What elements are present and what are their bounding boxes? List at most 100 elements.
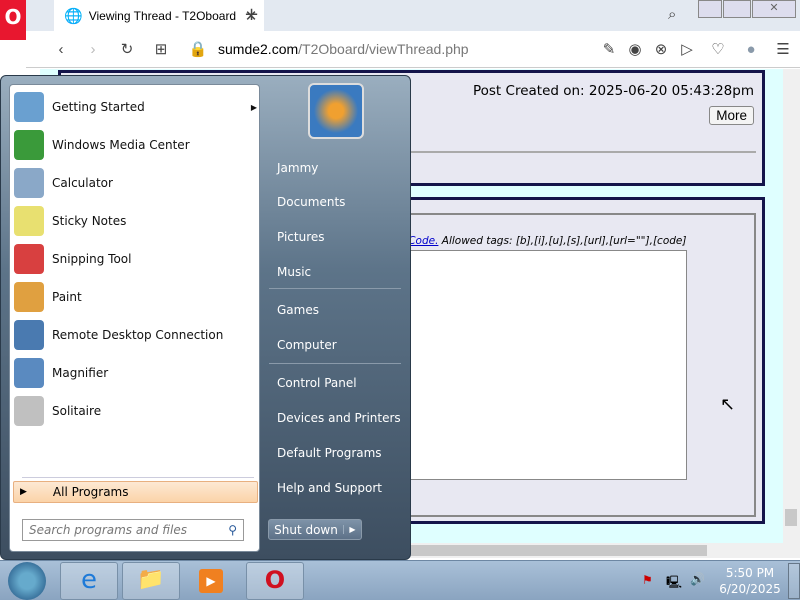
settings-icon[interactable]: ☰ [766, 40, 800, 58]
address-bar: ‹ › ↻ ⊞ 🔒 sumde2.com/T2Oboard/viewThread… [26, 31, 800, 68]
start-right-item[interactable]: Jammy [277, 161, 318, 175]
search-placeholder: Search programs and files [29, 523, 187, 537]
start-right-item[interactable]: Pictures [277, 230, 325, 244]
forward-icon[interactable]: › [76, 41, 110, 58]
volume-icon[interactable]: 🔊 [690, 572, 705, 586]
hscroll-thumb[interactable] [410, 545, 707, 556]
start-right-item[interactable]: Documents [277, 195, 345, 209]
program-icon [14, 92, 44, 122]
start-menu: Getting Started ▶ Windows Media Center Calc… [0, 75, 411, 560]
program-icon [14, 358, 44, 388]
program-label: Calculator [52, 176, 113, 190]
url-field[interactable]: sumde2.com/T2Oboard/viewThread.php [218, 41, 596, 57]
send-icon[interactable]: ▷ [674, 40, 700, 58]
program-item[interactable]: Solitaire [14, 393, 257, 429]
start-right-item[interactable]: Help and Support [277, 481, 382, 495]
shutdown-options-icon[interactable]: ▶ [343, 525, 361, 534]
all-programs-button[interactable]: ▶ All Programs [13, 481, 258, 503]
program-item[interactable]: Magnifier [14, 355, 257, 391]
program-icon [14, 244, 44, 274]
user-picture[interactable] [308, 83, 364, 139]
taskbar-ie[interactable]: e [60, 562, 118, 600]
start-right-item[interactable]: Computer [277, 338, 337, 352]
allowed-tags: Allowed tags: [b],[i],[u],[s],[url],[url… [441, 235, 687, 247]
programs-panel: Getting Started ▶ Windows Media Center Calc… [9, 84, 260, 552]
start-right-item[interactable]: Control Panel [277, 376, 357, 390]
program-item[interactable]: Paint [14, 279, 257, 315]
show-desktop-button[interactable] [788, 563, 800, 599]
program-label: Snipping Tool [52, 252, 132, 266]
reload-icon[interactable]: ↻ [110, 40, 144, 58]
new-tab-button[interactable]: + [244, 4, 259, 25]
date: 6/20/2025 [719, 582, 781, 596]
program-icon [14, 282, 44, 312]
program-item[interactable]: Snipping Tool [14, 241, 257, 277]
post-created: Post Created on: 2025-06-20 05:43:28pm [472, 83, 754, 99]
divider [269, 288, 401, 289]
taskbar-opera[interactable]: O [246, 562, 304, 600]
program-label: Sticky Notes [52, 214, 127, 228]
program-label: Magnifier [52, 366, 109, 380]
submenu-arrow-icon: ▶ [250, 102, 257, 112]
tab-title: Viewing Thread - T2Oboard [88, 8, 237, 23]
url-path: /T2Oboard/viewThread.php [298, 41, 469, 57]
program-label: Remote Desktop Connection [52, 328, 224, 342]
mouse-cursor: ↖ [720, 394, 736, 415]
shutdown-button[interactable]: Shut down ▶ [268, 519, 362, 540]
divider [269, 363, 401, 364]
close-window-button[interactable]: ✕ [752, 0, 796, 18]
restore-button[interactable] [723, 0, 751, 18]
reply-textarea[interactable] [401, 250, 687, 480]
tab-active[interactable]: 🌐 Viewing Thread - T2Oboard ✕ [54, 0, 264, 31]
action-center-flag-icon[interactable]: ⚑ [642, 573, 653, 587]
arrow-icon: ▶ [20, 487, 27, 497]
scroll-thumb[interactable] [785, 509, 797, 526]
program-label: Getting Started [52, 100, 145, 114]
edit-icon[interactable]: ✎ [596, 40, 622, 58]
program-item[interactable]: Windows Media Center [14, 127, 257, 163]
program-icon [14, 168, 44, 198]
start-right-item[interactable]: Default Programs [277, 446, 382, 460]
start-right-item[interactable]: Games [277, 303, 319, 317]
program-label: Paint [52, 290, 82, 304]
shield-icon[interactable]: ⊗ [648, 40, 674, 58]
search-programs-input[interactable]: Search programs and files ⚲ [22, 519, 244, 541]
shutdown-label: Shut down [274, 522, 338, 537]
tabs-grid-icon[interactable]: ⊞ [144, 40, 178, 58]
minimize-button[interactable] [698, 0, 722, 18]
taskbar-explorer[interactable]: 📁 [122, 562, 180, 600]
program-item[interactable]: Getting Started ▶ [14, 89, 257, 125]
more-button[interactable]: More [709, 106, 754, 125]
back-icon[interactable]: ‹ [46, 41, 76, 58]
taskbar-media-player[interactable]: ▶ [199, 569, 223, 593]
globe-icon: 🌐 [64, 7, 83, 25]
divider [22, 477, 254, 478]
avatar[interactable]: ● [736, 41, 766, 58]
search-icon[interactable]: ⌕ [668, 5, 676, 23]
url-domain: sumde2.com [218, 41, 299, 57]
reply-fieldset: BCode. Allowed tags: [b],[i],[u],[s],[ur… [401, 213, 756, 517]
camera-icon[interactable]: ◉ [622, 40, 648, 58]
start-right-item[interactable]: Devices and Printers [277, 411, 401, 425]
program-label: Windows Media Center [52, 138, 190, 152]
program-item[interactable]: Sticky Notes [14, 203, 257, 239]
program-item[interactable]: Calculator [14, 165, 257, 201]
program-icon [14, 320, 44, 350]
clock[interactable]: 5:50 PM 6/20/2025 [715, 565, 785, 597]
heart-icon[interactable]: ♡ [700, 40, 736, 58]
start-button[interactable] [8, 562, 46, 600]
lock-icon: 🔒 [188, 41, 208, 58]
program-icon [14, 396, 44, 426]
opera-logo[interactable]: O [0, 0, 26, 40]
program-item[interactable]: Remote Desktop Connection [14, 317, 257, 353]
program-icon [14, 130, 44, 160]
start-right-item[interactable]: Music [277, 265, 311, 279]
all-programs-label: All Programs [52, 485, 129, 499]
network-icon[interactable]: 🖳 [666, 573, 682, 594]
taskbar: e 📁 ▶ O ⚑ 🖳 🔊 5:50 PM 6/20/2025 [0, 560, 800, 600]
tab-bar: 🌐 Viewing Thread - T2Oboard ✕ + ⌕ ✕ [0, 0, 800, 31]
program-label: Solitaire [52, 404, 102, 418]
time: 5:50 PM [725, 566, 775, 580]
program-icon [14, 206, 44, 236]
vertical-scrollbar[interactable] [783, 69, 800, 543]
